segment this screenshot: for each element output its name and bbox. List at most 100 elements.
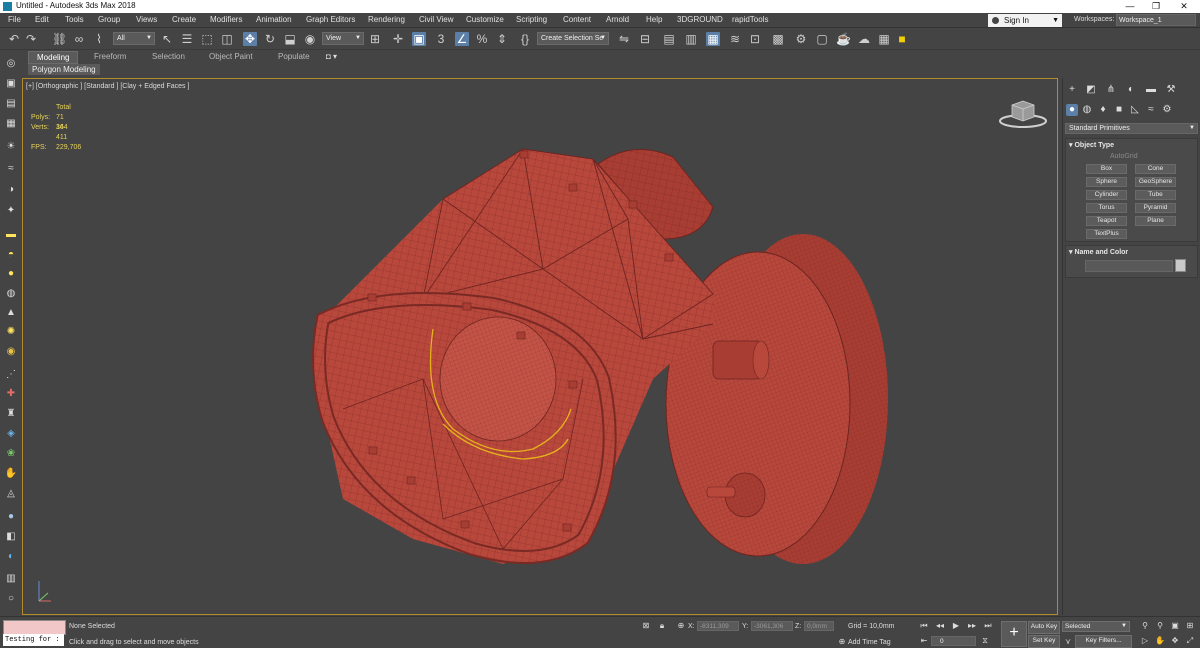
character-icon[interactable]: ♜: [4, 407, 18, 421]
select-and-scale-icon[interactable]: ⬓: [283, 32, 297, 46]
drop-icon[interactable]: ◧: [4, 530, 18, 544]
pan-view-icon[interactable]: ✋: [1155, 636, 1165, 646]
pipeline-icon[interactable]: ◐: [4, 550, 18, 564]
tab-modeling[interactable]: Modeling: [28, 51, 79, 64]
display-tab-icon[interactable]: ▬: [1145, 84, 1157, 96]
selection-lock-icon[interactable]: 🔒︎: [657, 621, 667, 631]
rendered-frame-window-icon[interactable]: ▢: [815, 32, 829, 46]
go-to-start-icon[interactable]: ⏮: [919, 621, 929, 631]
sign-in-button[interactable]: Sign In ▼: [988, 14, 1062, 27]
scene-explorer-icon[interactable]: ▣: [4, 77, 18, 91]
tube-button[interactable]: Tube: [1135, 190, 1176, 200]
menu-customize[interactable]: Customize: [466, 15, 504, 24]
geosphere-button[interactable]: GeoSphere: [1135, 177, 1176, 187]
pivot-center-icon[interactable]: ⊞: [368, 32, 382, 46]
name-and-color-title[interactable]: ▾ Name and Color: [1069, 248, 1128, 256]
a360-gallery-icon[interactable]: ▦: [877, 32, 891, 46]
set-keys-button[interactable]: +: [1001, 621, 1027, 647]
sun-icon[interactable]: ✺: [4, 325, 18, 339]
redo-icon[interactable]: ↷: [24, 32, 38, 46]
select-and-place-icon[interactable]: ◉: [303, 32, 317, 46]
geometry-icon[interactable]: ●: [1066, 104, 1078, 116]
cylinder-button[interactable]: Cylinder: [1086, 190, 1127, 200]
shapes-icon[interactable]: ◍: [1081, 104, 1093, 116]
light-bulb-icon[interactable]: ☀: [4, 140, 18, 154]
next-frame-icon[interactable]: ▸▸: [967, 621, 977, 631]
menu-modifiers[interactable]: Modifiers: [210, 15, 242, 24]
auto-key-button[interactable]: Auto Key: [1028, 621, 1060, 634]
time-tag-icon[interactable]: ⊕: [837, 637, 847, 647]
menu-rapidtools[interactable]: rapidTools: [732, 15, 768, 24]
render-setup-icon[interactable]: ⚙: [794, 32, 808, 46]
render-production-icon[interactable]: ☕: [836, 32, 851, 46]
ribbon-panel-polygon-modeling[interactable]: Polygon Modeling: [28, 64, 100, 75]
link-icon[interactable]: ⛓: [52, 32, 67, 46]
space-warps-icon[interactable]: ≈: [1145, 104, 1157, 116]
object-color-swatch[interactable]: [1175, 259, 1186, 272]
spinner-snap-icon[interactable]: ⇕: [495, 32, 509, 46]
sphere-button[interactable]: Sphere: [1086, 177, 1127, 187]
torus-button[interactable]: Torus: [1086, 203, 1127, 213]
default-tangent-icon[interactable]: ⋎: [1063, 637, 1073, 647]
menu-views[interactable]: Views: [136, 15, 157, 24]
hierarchy-tab-icon[interactable]: ⋔: [1105, 84, 1117, 96]
category-dropdown[interactable]: Standard Primitives ▼: [1065, 123, 1198, 134]
zoom-extents-all-icon[interactable]: ⊞: [1185, 621, 1195, 631]
select-manipulate-icon[interactable]: ✛: [391, 32, 405, 46]
menu-edit[interactable]: Edit: [35, 15, 49, 24]
current-frame-field[interactable]: 0: [931, 636, 976, 646]
edit-named-selection-icon[interactable]: {}: [518, 32, 532, 46]
toggle-ribbon-icon[interactable]: ▦: [706, 32, 720, 46]
layer-explorer-icon[interactable]: ▥: [684, 32, 698, 46]
plane-button[interactable]: Plane: [1135, 216, 1176, 226]
mirror-icon[interactable]: ⇋: [617, 32, 631, 46]
maximize-button[interactable]: ❐: [1143, 0, 1169, 13]
menu-content[interactable]: Content: [563, 15, 591, 24]
snaps-toggle-icon[interactable]: 3: [434, 32, 448, 46]
menu-3dground[interactable]: 3DGROUND: [677, 15, 723, 24]
render-in-cloud-icon[interactable]: ☁: [857, 32, 871, 46]
tab-object-paint[interactable]: Object Paint: [209, 52, 253, 61]
box-button[interactable]: Box: [1086, 164, 1127, 174]
menu-file[interactable]: File: [8, 15, 21, 24]
zoom-extents-icon[interactable]: ▣: [1170, 621, 1180, 631]
play-icon[interactable]: ▶: [951, 621, 961, 631]
previous-frame-icon[interactable]: ◂◂: [935, 621, 945, 631]
dome-light-icon[interactable]: ◓: [4, 248, 18, 262]
pyramid-button[interactable]: Pyramid: [1135, 203, 1176, 213]
spot-light-icon[interactable]: ▲: [4, 306, 18, 320]
field-of-view-icon[interactable]: ▷: [1140, 636, 1150, 646]
schematic-view-icon[interactable]: ⊡: [748, 32, 762, 46]
select-object-icon[interactable]: ↖: [160, 32, 174, 46]
skydome-icon[interactable]: ◉: [4, 345, 18, 359]
teapot-icon[interactable]: ◑: [4, 183, 18, 197]
menu-graph-editors[interactable]: Graph Editors: [306, 15, 355, 24]
tab-selection[interactable]: Selection: [152, 52, 185, 61]
align-icon[interactable]: ⊟: [638, 32, 652, 46]
layer-list-icon[interactable]: ▤: [4, 97, 18, 111]
select-and-rotate-icon[interactable]: ↻: [263, 32, 277, 46]
bind-space-warp-icon[interactable]: ⌇: [92, 32, 106, 46]
render-icon[interactable]: ✦: [4, 204, 18, 218]
foliage-icon[interactable]: ❀: [4, 447, 18, 461]
unlink-icon[interactable]: ∞: [72, 32, 86, 46]
modify-tab-icon[interactable]: ◩: [1085, 84, 1097, 96]
menu-animation[interactable]: Animation: [256, 15, 292, 24]
material-editor-icon[interactable]: ▩: [771, 32, 785, 46]
helpers-icon[interactable]: ◺: [1129, 104, 1141, 116]
viewport-layout-icon[interactable]: ◎: [4, 57, 18, 71]
zoom-all-icon[interactable]: ⚲: [1155, 621, 1165, 631]
add-time-tag[interactable]: Add Time Tag: [848, 639, 891, 646]
named-selection-dropdown[interactable]: Create Selection Se ▼: [537, 32, 609, 45]
maxscript-listener-output[interactable]: [3, 620, 66, 635]
tab-freeform[interactable]: Freeform: [94, 52, 126, 61]
object-type-title[interactable]: ▾ Object Type: [1069, 141, 1114, 149]
menu-rendering[interactable]: Rendering: [368, 15, 405, 24]
globe-icon[interactable]: ◈: [4, 427, 18, 441]
plugin-star-icon[interactable]: ■: [895, 32, 909, 46]
undo-icon[interactable]: ↶: [7, 32, 21, 46]
isolate-selection-icon[interactable]: ⊠: [641, 621, 651, 631]
hand-icon[interactable]: ✋: [4, 467, 18, 481]
menu-arnold[interactable]: Arnold: [606, 15, 629, 24]
systems-icon[interactable]: ⚙: [1161, 104, 1173, 116]
